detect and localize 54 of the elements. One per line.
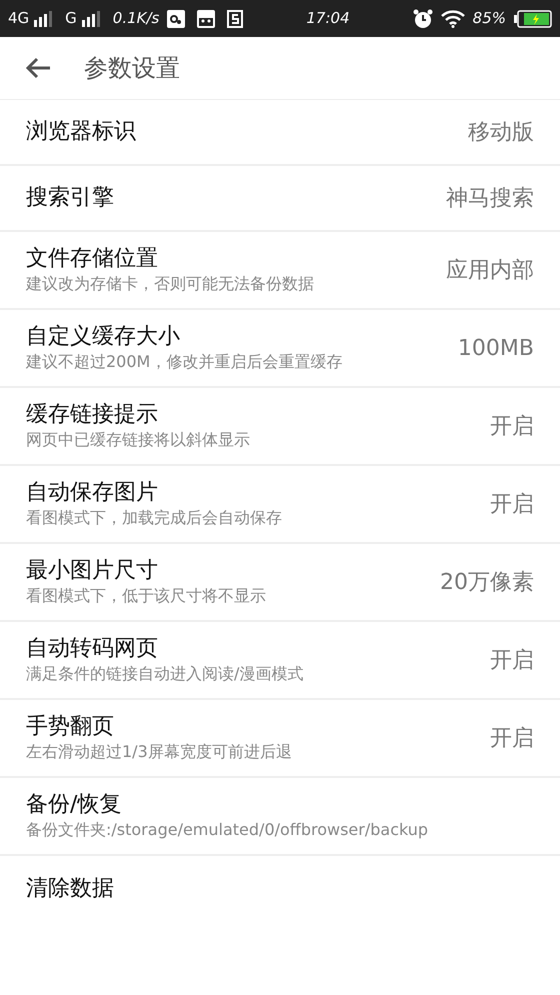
setting-value: 开启 [490, 724, 534, 752]
setting-description: 备份文件夹:/storage/emulated/0/offbrowser/backup [26, 819, 430, 842]
settings-row[interactable]: 手势翻页 左右滑动超过1/3屏幕宽度可前进后退 开启 [0, 700, 560, 778]
signal-icon [80, 10, 101, 26]
setting-description: 建议不超过200M，修改并重启后会重置缓存 [26, 351, 344, 374]
setting-value: 100MB [458, 334, 534, 362]
settings-row[interactable]: 自动保存图片 看图模式下，加载完成后会自动保存 开启 [0, 466, 560, 544]
battery-icon [514, 10, 552, 28]
settings-row[interactable]: 自动转码网页 满足条件的链接自动进入阅读/漫画模式 开启 [0, 622, 560, 700]
page-title: 参数设置 [84, 53, 180, 84]
network-label: 4G [8, 8, 30, 30]
signal-icon [33, 10, 54, 26]
settings-row[interactable]: 备份/恢复 备份文件夹:/storage/emulated/0/offbrowser/backup [0, 778, 560, 856]
setting-title: 缓存链接提示 [26, 400, 159, 428]
setting-value: 开启 [490, 412, 534, 440]
setting-description: 满足条件的链接自动进入阅读/漫画模式 [26, 663, 304, 686]
back-button[interactable] [24, 56, 52, 80]
setting-description: 左右滑动超过1/3屏幕宽度可前进后退 [26, 741, 293, 764]
setting-description: 建议改为存储卡，否则可能无法备份数据 [26, 273, 315, 296]
setting-description: 看图模式下，低于该尺寸将不显示 [26, 585, 267, 608]
app-icon [227, 10, 244, 28]
app-icon [197, 10, 216, 28]
setting-value: 开启 [490, 490, 534, 518]
setting-title: 搜索引擎 [26, 184, 115, 212]
setting-title: 清除数据 [26, 874, 115, 903]
settings-row[interactable]: 自定义缓存大小 建议不超过200M，修改并重启后会重置缓存 100MB [0, 310, 560, 388]
speed-text: 0.1K/s [112, 8, 160, 30]
settings-row[interactable]: 浏览器标识 移动版 [0, 100, 560, 166]
setting-description: 网页中已缓存链接将以斜体显示 [26, 429, 251, 452]
app-icon [167, 10, 186, 28]
setting-title: 自动保存图片 [26, 478, 159, 506]
setting-title: 浏览器标识 [26, 118, 137, 146]
battery-text: 85% [472, 8, 506, 30]
settings-row[interactable]: 缓存链接提示 网页中已缓存链接将以斜体显示 开启 [0, 388, 560, 466]
setting-value: 20万像素 [440, 568, 534, 596]
setting-description: 看图模式下，加载完成后会自动保存 [26, 507, 283, 530]
setting-value: 神马搜索 [446, 184, 534, 212]
setting-title: 文件存储位置 [26, 244, 159, 272]
network-label: G [65, 8, 77, 30]
clock-text: 17:04 [306, 8, 350, 30]
setting-value: 开启 [490, 646, 534, 674]
setting-title: 自动转码网页 [26, 634, 159, 662]
setting-title: 手势翻页 [26, 712, 115, 740]
settings-row[interactable]: 文件存储位置 建议改为存储卡，否则可能无法备份数据 应用内部 [0, 232, 560, 310]
setting-value: 应用内部 [446, 256, 534, 284]
settings-row[interactable]: 最小图片尺寸 看图模式下，低于该尺寸将不显示 20万像素 [0, 544, 560, 622]
setting-title: 备份/恢复 [26, 790, 122, 818]
setting-title: 最小图片尺寸 [26, 556, 159, 584]
settings-row[interactable]: 搜索引擎 神马搜索 [0, 166, 560, 232]
setting-value: 移动版 [468, 118, 534, 146]
wifi-icon [440, 10, 465, 28]
settings-row[interactable]: 清除数据 [0, 856, 560, 922]
alarm-icon [412, 8, 433, 28]
setting-title: 自定义缓存大小 [26, 322, 181, 350]
